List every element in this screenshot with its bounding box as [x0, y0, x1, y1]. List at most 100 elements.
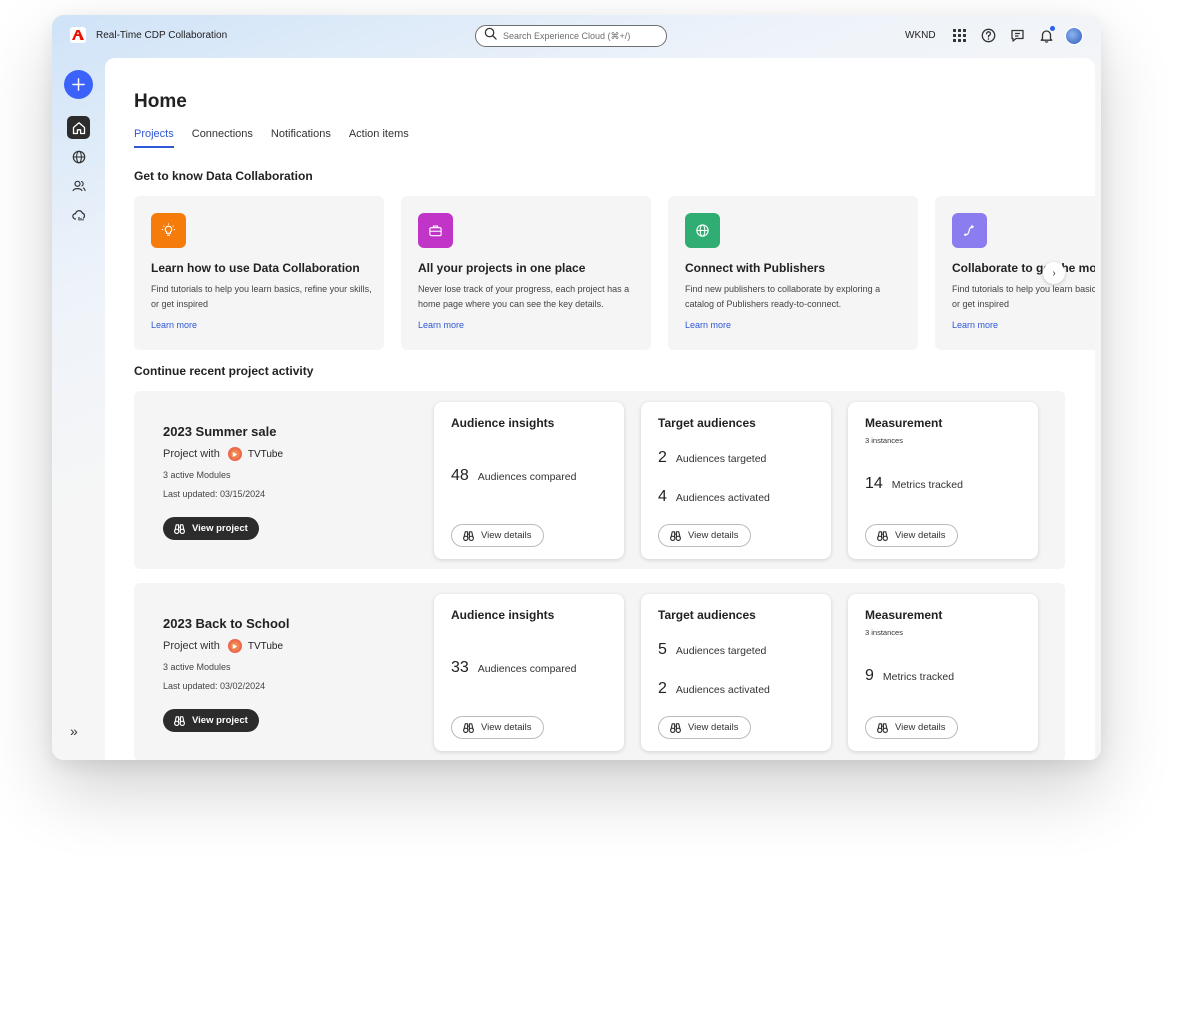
metric-label: Audiences targeted [675, 645, 767, 657]
tab-connections[interactable]: Connections [192, 128, 253, 148]
module-title: Measurement [865, 608, 943, 622]
project-row: 2023 Back to School Project with TVTube … [134, 583, 1065, 760]
view-details-label: View details [481, 530, 532, 541]
project-partner: Project with TVTube [163, 639, 283, 653]
tab-action-items[interactable]: Action items [349, 128, 409, 148]
view-details-label: View details [895, 530, 946, 541]
metric: 33 Audiences compared [451, 659, 576, 677]
view-details-button[interactable]: View details [865, 716, 958, 739]
org-switcher[interactable]: WKND [905, 30, 936, 41]
metric-label: Audiences activated [675, 492, 770, 504]
search-field[interactable] [475, 25, 667, 47]
create-button[interactable] [64, 70, 93, 99]
metric-value: 2 [658, 449, 667, 466]
binoculars-icon [174, 524, 185, 534]
target-audiences-card: Target audiences 5 Audiences targeted 2 … [641, 594, 831, 751]
project-with-label: Project with [163, 640, 220, 652]
path-icon [952, 213, 987, 248]
view-details-button[interactable]: View details [865, 524, 958, 547]
active-modules: 3 active Modules [163, 662, 231, 672]
binoculars-icon [670, 531, 681, 541]
metric-value: 9 [865, 667, 874, 684]
view-project-button[interactable]: View project [163, 709, 259, 732]
app-title[interactable]: Real-Time CDP Collaboration [96, 30, 227, 41]
bell-icon[interactable] [1038, 26, 1055, 43]
partner-name: TVTube [247, 448, 284, 460]
rail-item-home[interactable] [67, 116, 90, 139]
view-details-button[interactable]: View details [451, 716, 544, 739]
search-input[interactable] [503, 31, 653, 41]
help-icon[interactable] [980, 27, 996, 43]
metric-value: 2 [658, 680, 667, 697]
learn-more-link[interactable]: Learn more [151, 320, 197, 330]
page-title: Home [134, 91, 187, 112]
module-instances: 3 instances [865, 628, 903, 637]
apps-grid-icon[interactable] [951, 27, 967, 43]
metric: 4 Audiences activated [658, 488, 770, 506]
rail-item-globe[interactable] [67, 145, 90, 168]
audience-insights-card: Audience insights 33 Audiences compared … [434, 594, 624, 751]
metric-value: 33 [451, 659, 469, 676]
rail-item-users[interactable] [67, 174, 90, 197]
chevron-right-icon: › [1052, 267, 1056, 279]
view-details-label: View details [481, 722, 532, 733]
carousel-next-button[interactable]: › [1043, 262, 1065, 284]
metric: 2 Audiences targeted [658, 449, 766, 467]
learn-more-link[interactable]: Learn more [952, 320, 998, 330]
metric-label: Metrics tracked [891, 479, 963, 491]
top-bar: Real-Time CDP Collaboration WKND [52, 15, 1101, 57]
project-partner: Project with TVTube [163, 447, 283, 461]
project-name: 2023 Back to School [163, 616, 290, 631]
search-icon [484, 27, 497, 45]
view-details-label: View details [688, 530, 739, 541]
main-panel: Home Projects Connections Notifications … [105, 58, 1095, 760]
metric: 2 Audiences activated [658, 680, 770, 698]
learn-more-link[interactable]: Learn more [685, 320, 731, 330]
info-card-description: Find tutorials to help you learn basics,… [952, 284, 1095, 309]
info-card-title: Connect with Publishers [685, 261, 826, 275]
module-title: Target audiences [658, 608, 756, 622]
info-card-description: Never lose track of your progress, each … [418, 284, 630, 309]
lightbulb-icon [151, 213, 186, 248]
learn-more-link[interactable]: Learn more [418, 320, 464, 330]
info-card: Collaborate to get the most Find tutoria… [935, 196, 1095, 350]
metric: 9 Metrics tracked [865, 667, 954, 685]
view-details-button[interactable]: View details [658, 716, 751, 739]
last-updated: Last updated: 03/15/2024 [163, 489, 266, 499]
get-to-know-title: Get to know Data Collaboration [134, 169, 313, 183]
user-avatar[interactable] [1065, 27, 1083, 45]
view-details-button[interactable]: View details [451, 524, 544, 547]
view-details-label: View details [688, 722, 739, 733]
measurement-card: Measurement 3 instances 9 Metrics tracke… [848, 594, 1038, 751]
globe-icon [72, 150, 85, 163]
view-project-button[interactable]: View project [163, 517, 259, 540]
measurement-card: Measurement 3 instances 14 Metrics track… [848, 402, 1038, 559]
tab-notifications[interactable]: Notifications [271, 128, 331, 148]
cloud-chart-icon [71, 209, 85, 220]
metric: 14 Metrics tracked [865, 475, 963, 493]
notification-dot [1050, 26, 1055, 31]
feedback-icon[interactable] [1009, 27, 1025, 43]
project-with-label: Project with [163, 448, 220, 460]
recent-activity-title: Continue recent project activity [134, 364, 314, 378]
metric-value: 4 [658, 488, 667, 505]
binoculars-icon [174, 716, 185, 726]
active-modules: 3 active Modules [163, 470, 231, 480]
info-card-carousel: Learn how to use Data Collaboration Find… [134, 196, 1095, 350]
metric-label: Audiences activated [675, 684, 770, 696]
rail-item-cloud[interactable] [67, 203, 90, 226]
briefcase-icon [418, 213, 453, 248]
expand-rail-icon[interactable]: » [70, 723, 78, 739]
metric: 48 Audiences compared [451, 467, 576, 485]
module-title: Target audiences [658, 416, 756, 430]
info-card-description: Find new publishers to collaborate by ex… [685, 284, 881, 309]
module-title: Audience insights [451, 416, 555, 430]
partner-name: TVTube [247, 640, 284, 652]
adobe-logo-icon[interactable] [70, 27, 86, 43]
binoculars-icon [877, 531, 888, 541]
info-card-title: Collaborate to get the most [952, 261, 1095, 275]
project-row: 2023 Summer sale Project with TVTube 3 a… [134, 391, 1065, 569]
info-card: Connect with Publishers Find new publish… [668, 196, 918, 350]
view-details-button[interactable]: View details [658, 524, 751, 547]
tab-projects[interactable]: Projects [134, 128, 174, 148]
